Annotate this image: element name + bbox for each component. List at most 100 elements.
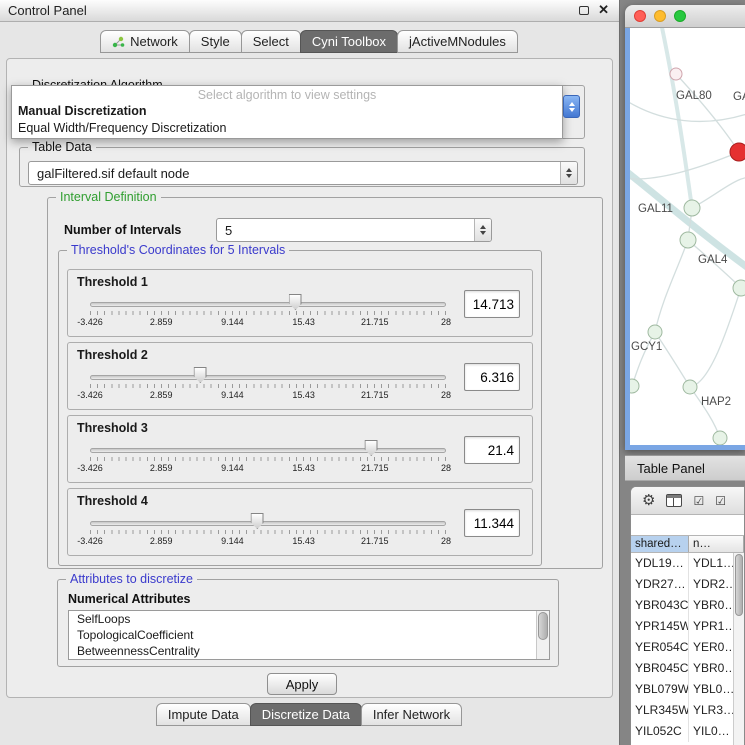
table-row[interactable]: YPR145WYPR1…	[631, 616, 744, 637]
number-of-intervals-combobox[interactable]: 5	[216, 218, 492, 242]
tab-jactivemnodules[interactable]: jActiveMNodules	[397, 30, 518, 53]
tab-impute-data[interactable]: Impute Data	[156, 703, 251, 726]
threshold-1-slider[interactable]: -3.426 2.859 9.144 15.43 21.715 28	[90, 292, 446, 332]
cell[interactable]: YBL079W	[631, 679, 689, 700]
cell[interactable]: YIL052C	[631, 721, 689, 742]
threshold-4-slider[interactable]: -3.426 2.859 9.144 15.43 21.715 28	[90, 511, 446, 551]
edge[interactable]	[655, 240, 688, 332]
slider-thumb[interactable]	[251, 513, 264, 529]
tab-cyni-toolbox[interactable]: Cyni Toolbox	[300, 30, 398, 53]
table-row[interactable]: YDR27…YDR2…	[631, 574, 744, 595]
network-node[interactable]	[733, 280, 745, 296]
number-of-intervals-label: Number of Intervals	[64, 223, 181, 237]
table-panel-window: ⚙ ☑ ☑ shared… n… YDL19…YDL1… YDR27…YDR2……	[630, 486, 745, 745]
tab-style[interactable]: Style	[189, 30, 242, 53]
table-row[interactable]: YIL052CYIL0…	[631, 721, 744, 742]
threshold-2-slider[interactable]: -3.426 2.859 9.144 15.43 21.715 28	[90, 365, 446, 405]
close-traffic-light[interactable]	[634, 10, 646, 22]
scale-label: -3.426	[77, 390, 103, 400]
threshold-2-value-field[interactable]	[464, 363, 520, 391]
tab-discretize-data[interactable]: Discretize Data	[250, 703, 362, 726]
slider-track[interactable]	[90, 521, 446, 526]
cyni-toolbox-panel: Discretization Algorithm Select algorith…	[6, 58, 613, 698]
threshold-4-value-field[interactable]	[464, 509, 520, 537]
slider-thumb[interactable]	[365, 440, 378, 456]
threshold-3-slider[interactable]: -3.426 2.859 9.144 15.43 21.715 28	[90, 438, 446, 478]
close-icon[interactable]: ✕	[598, 4, 609, 16]
cell[interactable]: YPR145W	[631, 616, 689, 637]
threshold-3-value-field[interactable]	[464, 436, 520, 464]
cell[interactable]: YDR27…	[631, 574, 689, 595]
dropdown-option-manual-discretization[interactable]: Manual Discretization	[12, 103, 562, 120]
cell[interactable]: YDL19…	[631, 553, 689, 574]
threshold-1-value-field[interactable]	[464, 290, 520, 318]
table-body: YDL19…YDL1… YDR27…YDR2… YBR043CYBR0… YPR…	[631, 553, 744, 745]
table-row[interactable]: YLR345WYLR3…	[631, 700, 744, 721]
cell[interactable]: YBR045C	[631, 658, 689, 679]
scrollbar-thumb[interactable]	[538, 612, 548, 640]
selected-network-node[interactable]	[730, 143, 745, 161]
cell[interactable]: YLR345W	[631, 700, 689, 721]
edge[interactable]	[690, 387, 720, 438]
edge[interactable]	[676, 74, 739, 152]
slider-track[interactable]	[90, 302, 446, 307]
cell[interactable]: YBR043C	[631, 595, 689, 616]
top-tab-bar: Network Style Select Cyni Toolbox jActiv…	[0, 30, 619, 53]
table-row[interactable]: YBL079WYBL0…	[631, 679, 744, 700]
tab-network[interactable]: Network	[100, 30, 190, 53]
algorithm-combobox-stepper[interactable]	[563, 95, 580, 118]
scale-label: 2.859	[150, 390, 173, 400]
slider-thumb[interactable]	[194, 367, 207, 383]
list-item[interactable]: TopologicalCoefficient	[69, 627, 549, 643]
combobox-stepper-icon	[560, 162, 577, 184]
slider-thumb[interactable]	[289, 294, 302, 310]
network-node[interactable]	[680, 232, 696, 248]
table-row[interactable]: YDL19…YDL1…	[631, 553, 744, 574]
network-node[interactable]	[683, 380, 697, 394]
column-header-shared-name[interactable]: shared…	[631, 536, 689, 552]
edge[interactable]	[660, 28, 692, 208]
network-node[interactable]	[630, 379, 639, 393]
checkbox-icon[interactable]: ☑	[715, 495, 726, 507]
scrollbar-thumb[interactable]	[735, 554, 743, 616]
network-node[interactable]	[670, 68, 682, 80]
apply-button[interactable]: Apply	[267, 673, 337, 695]
numerical-attributes-list[interactable]: SelfLoops TopologicalCoefficient Between…	[68, 610, 550, 660]
zoom-traffic-light[interactable]	[674, 10, 686, 22]
float-window-icon[interactable]	[579, 6, 589, 15]
table-data-combobox[interactable]: galFiltered.sif default node	[28, 161, 578, 185]
network-canvas[interactable]: GAL80 GA GAL11 GAL4 GCY1 HAP2	[625, 28, 745, 450]
table-row[interactable]: YER054CYER0…	[631, 637, 744, 658]
list-scrollbar[interactable]	[536, 611, 549, 659]
network-node[interactable]	[713, 431, 727, 445]
tab-infer-network[interactable]: Infer Network	[361, 703, 462, 726]
column-header-name[interactable]: n…	[689, 536, 744, 552]
dropdown-option-equal-width[interactable]: Equal Width/Frequency Discretization	[12, 120, 562, 137]
minimize-traffic-light[interactable]	[654, 10, 666, 22]
table-row[interactable]: YBR043CYBR0…	[631, 595, 744, 616]
checkbox-icon[interactable]: ☑	[693, 495, 704, 507]
scale-label: 21.715	[361, 317, 389, 327]
list-item[interactable]: SelfLoops	[69, 611, 549, 627]
threshold-label: Threshold 4	[77, 494, 148, 508]
slider-track[interactable]	[90, 448, 446, 453]
settings-gear-icon[interactable]: ⚙	[642, 493, 655, 508]
toolbar-spacer	[631, 515, 744, 535]
scale-label: 9.144	[221, 536, 244, 546]
slider-ticks	[90, 311, 446, 315]
scale-label: 9.144	[221, 463, 244, 473]
scale-label: 21.715	[361, 390, 389, 400]
list-item[interactable]: BetweennessCentrality	[69, 643, 549, 659]
edge[interactable]	[690, 288, 741, 387]
network-node[interactable]	[684, 200, 700, 216]
slider-track[interactable]	[90, 375, 446, 380]
network-node[interactable]	[648, 325, 662, 339]
column-selector-icon[interactable]	[666, 494, 682, 507]
cell[interactable]: YER054C	[631, 637, 689, 658]
table-scrollbar[interactable]	[733, 553, 744, 745]
slider-ticks	[90, 530, 446, 534]
edge[interactable]	[692, 177, 745, 208]
tab-select[interactable]: Select	[241, 30, 301, 53]
table-row[interactable]: YBR045CYBR0…	[631, 658, 744, 679]
table-panel-title: Table Panel	[625, 455, 745, 481]
